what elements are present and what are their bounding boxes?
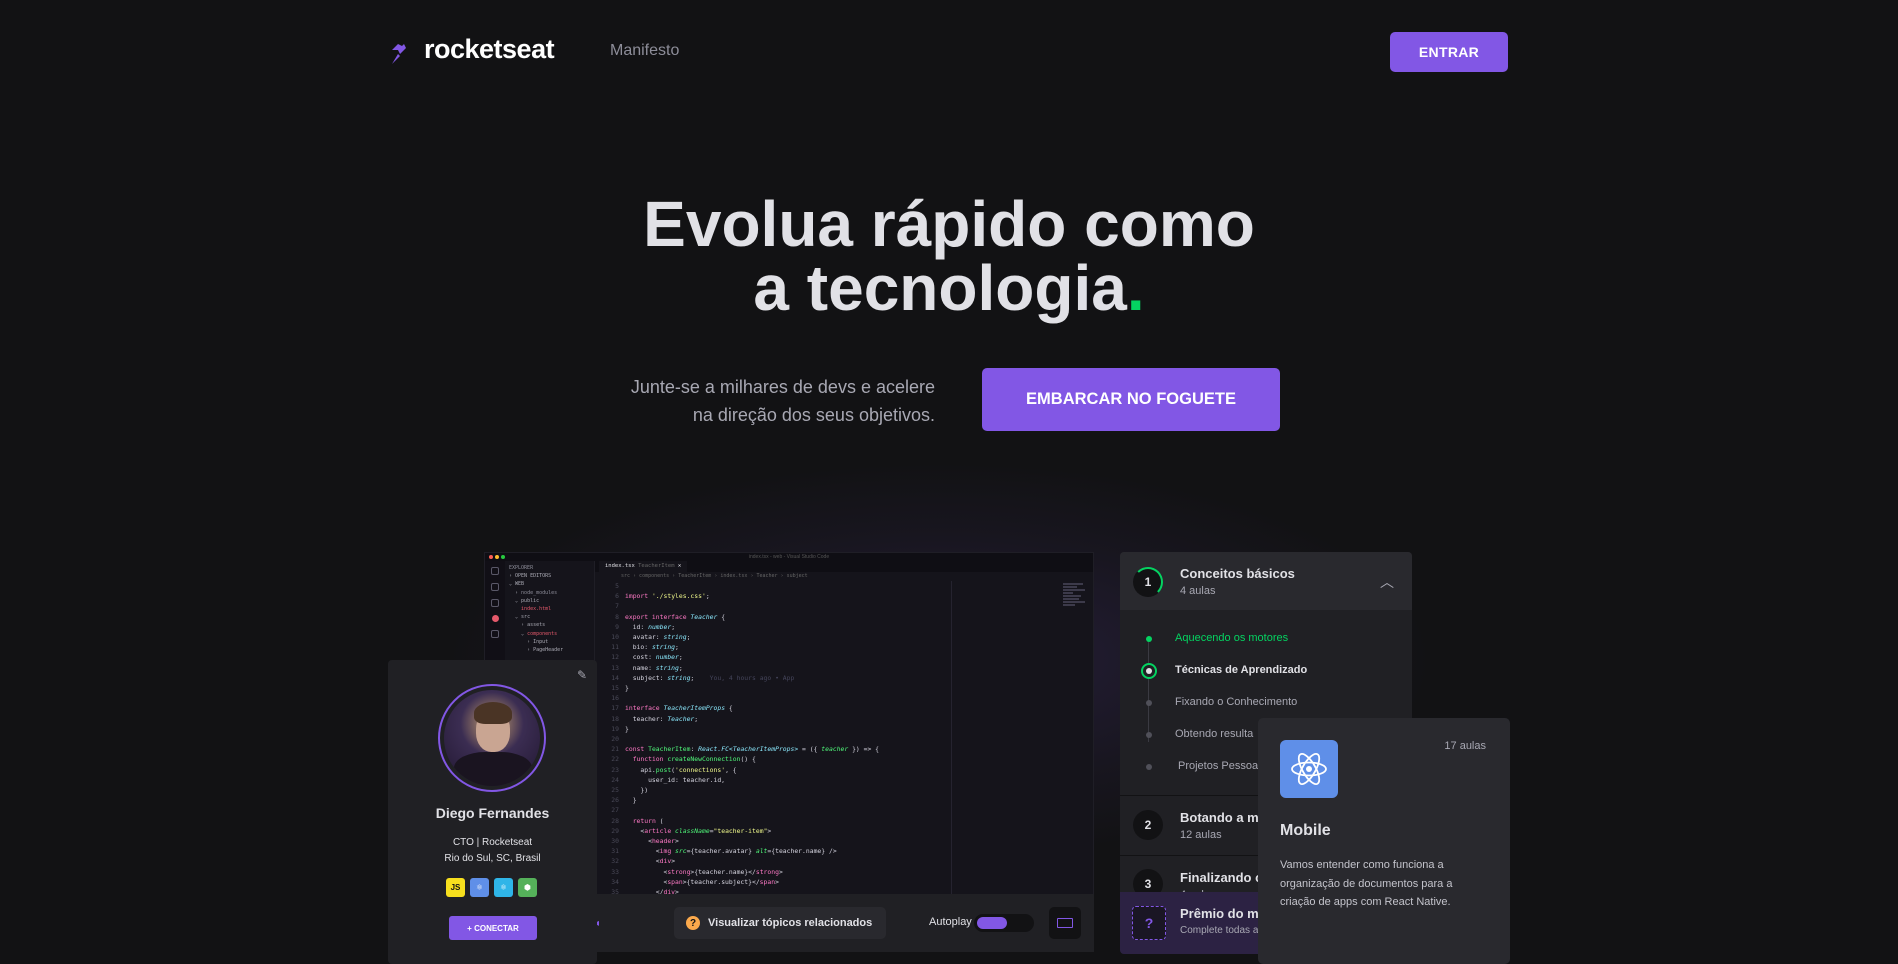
profile-role: CTO | Rocketseat — [452, 837, 533, 848]
autoplay-label: Autoplay — [929, 916, 972, 928]
hero-title: Evolua rápido como a tecnologia. — [0, 192, 1898, 320]
module-2-subtitle: 12 aulas — [1180, 829, 1222, 841]
logo-text: rocketseat — [424, 33, 555, 64]
profile-location: Rio do Sul, SC, Brasil — [444, 853, 541, 864]
files-icon — [491, 567, 499, 575]
explorer-item: › PageHeader — [509, 647, 564, 654]
explorer-item: ⌄ src — [509, 614, 531, 621]
explorer-item: › Input — [509, 638, 549, 645]
lesson-item[interactable]: Obtendo resulta — [1175, 728, 1253, 740]
avatar-image — [444, 690, 540, 786]
editor-window-title: index.tsx - web - Visual Studio Code — [748, 554, 830, 560]
prize-title: Prêmio do mo — [1180, 906, 1267, 921]
react-native-icon: ⚛ — [494, 878, 513, 897]
module-3-title: Finalizando o — [1180, 870, 1264, 885]
profile-name: Diego Fernandes — [435, 805, 550, 821]
explorer-item: ⌄ components — [509, 630, 558, 637]
lessons-timeline — [1148, 636, 1149, 742]
autoplay-toggle[interactable] — [974, 914, 1034, 932]
explorer-open-editors: › OPEN EDITORS — [509, 573, 552, 580]
explorer-item: ⌄ public — [509, 597, 540, 604]
rocket-logo-icon — [392, 34, 414, 64]
avatar — [438, 684, 546, 792]
edit-icon[interactable]: ✎ — [577, 668, 587, 682]
module-1-header[interactable]: 1 Conceitos básicos 4 aulas ︿ — [1120, 552, 1412, 610]
lesson-dot-done — [1146, 636, 1152, 642]
react-atom-icon — [1291, 753, 1327, 785]
related-topics-label: Visualizar tópicos relacionados — [708, 917, 873, 929]
explorer-header: EXPLORER — [509, 565, 534, 571]
editor-tab: index.tsx TeacherItem ✕ — [599, 561, 688, 572]
connect-button[interactable]: + CONECTAR — [449, 916, 537, 940]
related-topics-button[interactable]: ? Visualizar tópicos relacionados — [674, 907, 887, 939]
course-title: Mobile — [1280, 822, 1331, 839]
explorer-item: › node_modules — [509, 589, 558, 596]
chevron-up-icon[interactable]: ︿ — [1380, 572, 1394, 592]
hero-title-line1: Evolua rápido como — [643, 188, 1255, 260]
hero-subtitle: Junte-se a milhares de devs e acelere na… — [600, 373, 935, 429]
explorer-web: ⌄ WEB — [509, 581, 525, 588]
lesson-item[interactable]: Técnicas de Aprendizado — [1175, 664, 1307, 676]
editor-titlebar: index.tsx - web - Visual Studio Code — [485, 553, 1093, 561]
lesson-item[interactable]: Fixando o Conhecimento — [1175, 696, 1297, 708]
node-icon: ⬢ — [518, 878, 537, 897]
question-icon: ? — [686, 916, 700, 930]
react-icon — [1280, 740, 1338, 798]
lesson-dot — [1146, 700, 1152, 706]
editor-tabs: index.tsx TeacherItem ✕ — [595, 561, 1093, 572]
explorer-item: index.html — [521, 606, 552, 613]
mystery-prize-icon: ? — [1132, 906, 1166, 940]
theater-mode-button[interactable] — [1049, 907, 1081, 939]
module-2-number: 2 — [1133, 810, 1163, 840]
video-controls-bar: ? Visualizar tópicos relacionados Autopl… — [594, 894, 1094, 952]
lesson-current-marker — [1141, 663, 1157, 679]
react-icon: ⚛ — [470, 878, 489, 897]
screen-icon — [1057, 918, 1073, 928]
profile-card: ✎ Diego Fernandes CTO | Rocketseat Rio d… — [388, 660, 597, 964]
hero-title-line2: a tecnologia — [753, 252, 1127, 324]
cta-button[interactable]: EMBARCAR NO FOGUETE — [982, 368, 1280, 431]
editor-code: 5 6 import './styles.css'; 7 8 export inte… — [611, 582, 879, 895]
git-blame: You, 4 hours ago • App — [709, 673, 795, 682]
hero-subtitle-line1: Junte-se a milhares de devs e acelere — [630, 377, 935, 397]
mobile-course-card[interactable]: 17 aulas Mobile Vamos entender como func… — [1258, 718, 1510, 964]
logo[interactable]: rocketseat — [388, 32, 555, 66]
editor-breadcrumb: src › components › TeacherItem › index.t… — [621, 573, 808, 579]
module-1-title: Conceitos básicos — [1180, 566, 1295, 581]
module-2-title: Botando a mã — [1180, 810, 1266, 825]
module-1-number: 1 — [1133, 567, 1163, 597]
hero-subtitle-line2: na direção dos seus objetivos. — [692, 405, 935, 425]
debug-icon — [491, 615, 499, 622]
course-description: Vamos entender como funciona a organizaç… — [1280, 859, 1453, 908]
lesson-item[interactable]: Projetos Pessoa — [1178, 760, 1258, 772]
lesson-dot — [1146, 732, 1152, 738]
editor-ruler — [951, 581, 952, 894]
javascript-icon: JS — [446, 878, 465, 897]
lesson-dot — [1146, 764, 1152, 770]
tech-badges: JS ⚛ ⚛ ⬢ — [446, 878, 537, 897]
login-button[interactable]: ENTRAR — [1390, 32, 1508, 72]
nav-link-manifesto[interactable]: Manifesto — [610, 42, 679, 60]
prize-subtitle: Complete todas a — [1180, 925, 1259, 936]
search-icon — [491, 583, 499, 591]
profile-info: CTO | Rocketseat Rio do Sul, SC, Brasil — [388, 835, 597, 867]
extensions-icon — [491, 630, 499, 638]
editor-minimap — [1063, 583, 1089, 619]
hero-title-dot: . — [1126, 252, 1145, 324]
lesson-item[interactable]: Aquecendo os motores — [1175, 632, 1288, 644]
source-control-icon — [491, 599, 499, 607]
lessons-count: 17 aulas — [1444, 740, 1486, 752]
module-1-subtitle: 4 aulas — [1180, 585, 1216, 597]
explorer-item: › assets — [509, 622, 546, 629]
